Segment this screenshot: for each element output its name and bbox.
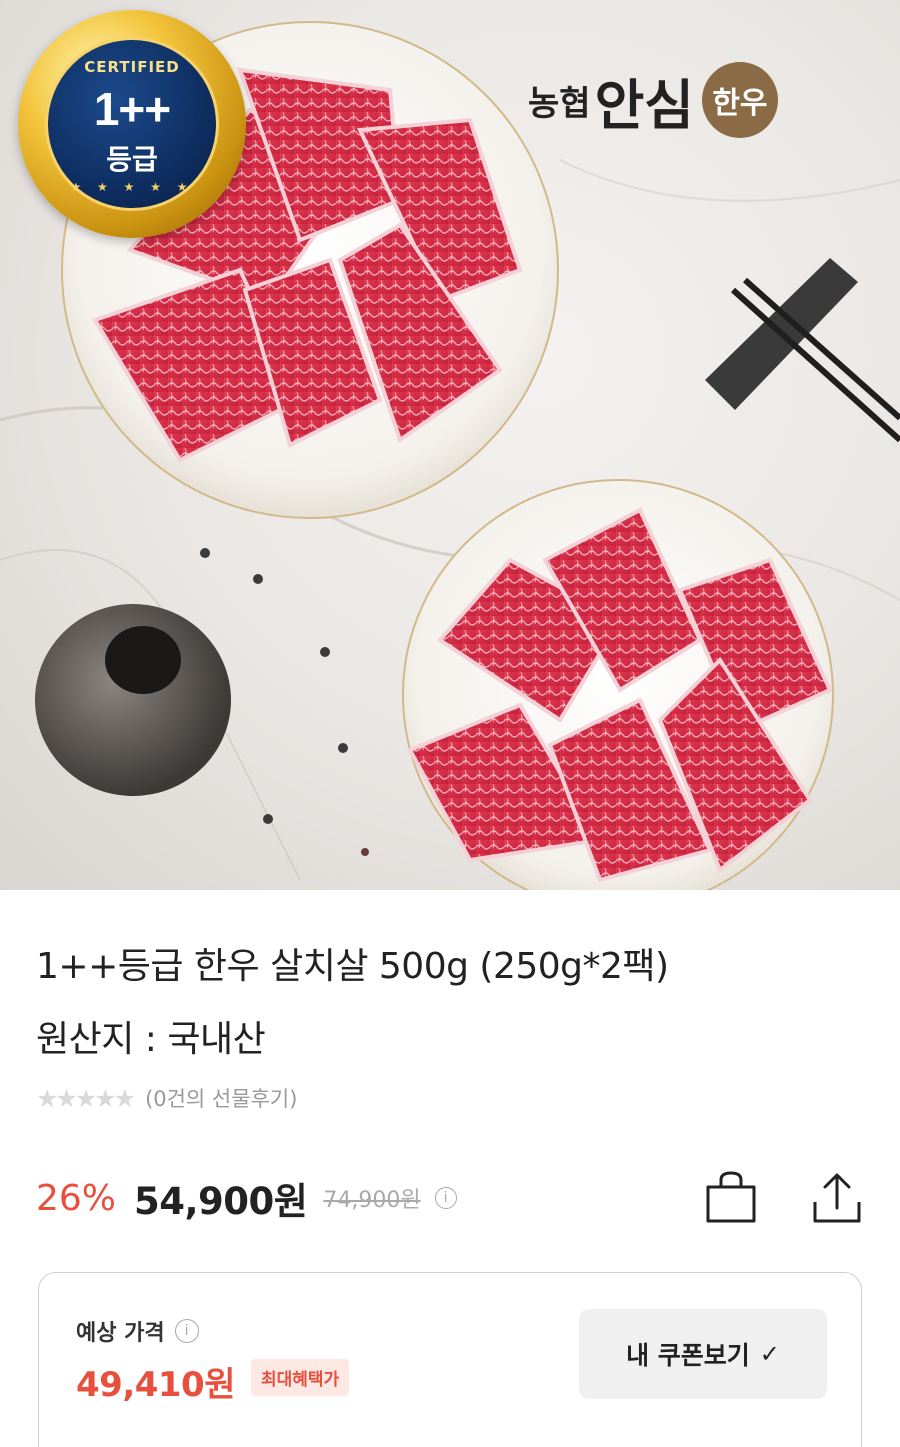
badge-certified-text: CERTIFIED	[84, 58, 180, 76]
expected-price-label: 예상 가격	[76, 1321, 165, 1346]
sale-price: 54,900원	[134, 1180, 308, 1223]
rating-row[interactable]: ★★★★★ (0건의 선물후기)	[36, 1082, 297, 1114]
brand-logo-part1: 농협	[528, 83, 591, 124]
my-coupons-button-label: 내 쿠폰보기	[626, 1341, 750, 1370]
brand-logo-part2: 안심	[594, 72, 694, 137]
certified-grade-badge: CERTIFIED 1++ 등급 ★ ★ ★ ★ ★	[18, 10, 246, 238]
brand-logo: 농협 안심 한우	[528, 60, 778, 140]
brand-logo-part3: 한우	[701, 62, 778, 138]
share-icon[interactable]	[808, 1170, 866, 1226]
original-price: 74,900원	[323, 1188, 421, 1213]
check-icon: ✓	[759, 1340, 780, 1368]
review-count[interactable]: (0건의 선물후기)	[145, 1083, 297, 1113]
price-row: 26% 54,900원 74,900원 i	[36, 1170, 457, 1226]
rating-stars: ★★★★★	[36, 1083, 136, 1113]
shopping-bag-icon[interactable]	[703, 1170, 759, 1224]
product-origin: 원산지 : 국내산	[36, 1019, 266, 1060]
my-coupons-button[interactable]: 내 쿠폰보기 ✓	[579, 1309, 827, 1399]
badge-inner: CERTIFIED 1++ 등급 ★ ★ ★ ★ ★	[45, 37, 219, 211]
product-title: 1++등급 한우 살치살 500g (250g*2팩)	[36, 946, 669, 987]
discount-rate: 26%	[36, 1177, 117, 1219]
product-hero-image: CERTIFIED 1++ 등급 ★ ★ ★ ★ ★ 농협 안심 한우	[0, 0, 900, 890]
badge-grade-sub-text: 등급	[106, 143, 158, 176]
expected-price-card: 예상 가격 i 49,410원 최대혜택가 내 쿠폰보기 ✓	[38, 1272, 862, 1447]
price-info-icon[interactable]: i	[434, 1187, 457, 1209]
max-benefit-tag: 최대혜택가	[251, 1359, 350, 1396]
expected-price-value: 49,410원	[76, 1365, 235, 1405]
expected-price-info-icon[interactable]: i	[174, 1319, 199, 1343]
expected-price-label-row: 예상 가격 i	[76, 1315, 199, 1347]
badge-stars: ★ ★ ★ ★ ★	[70, 180, 194, 194]
badge-grade-text: 1++	[93, 83, 171, 135]
